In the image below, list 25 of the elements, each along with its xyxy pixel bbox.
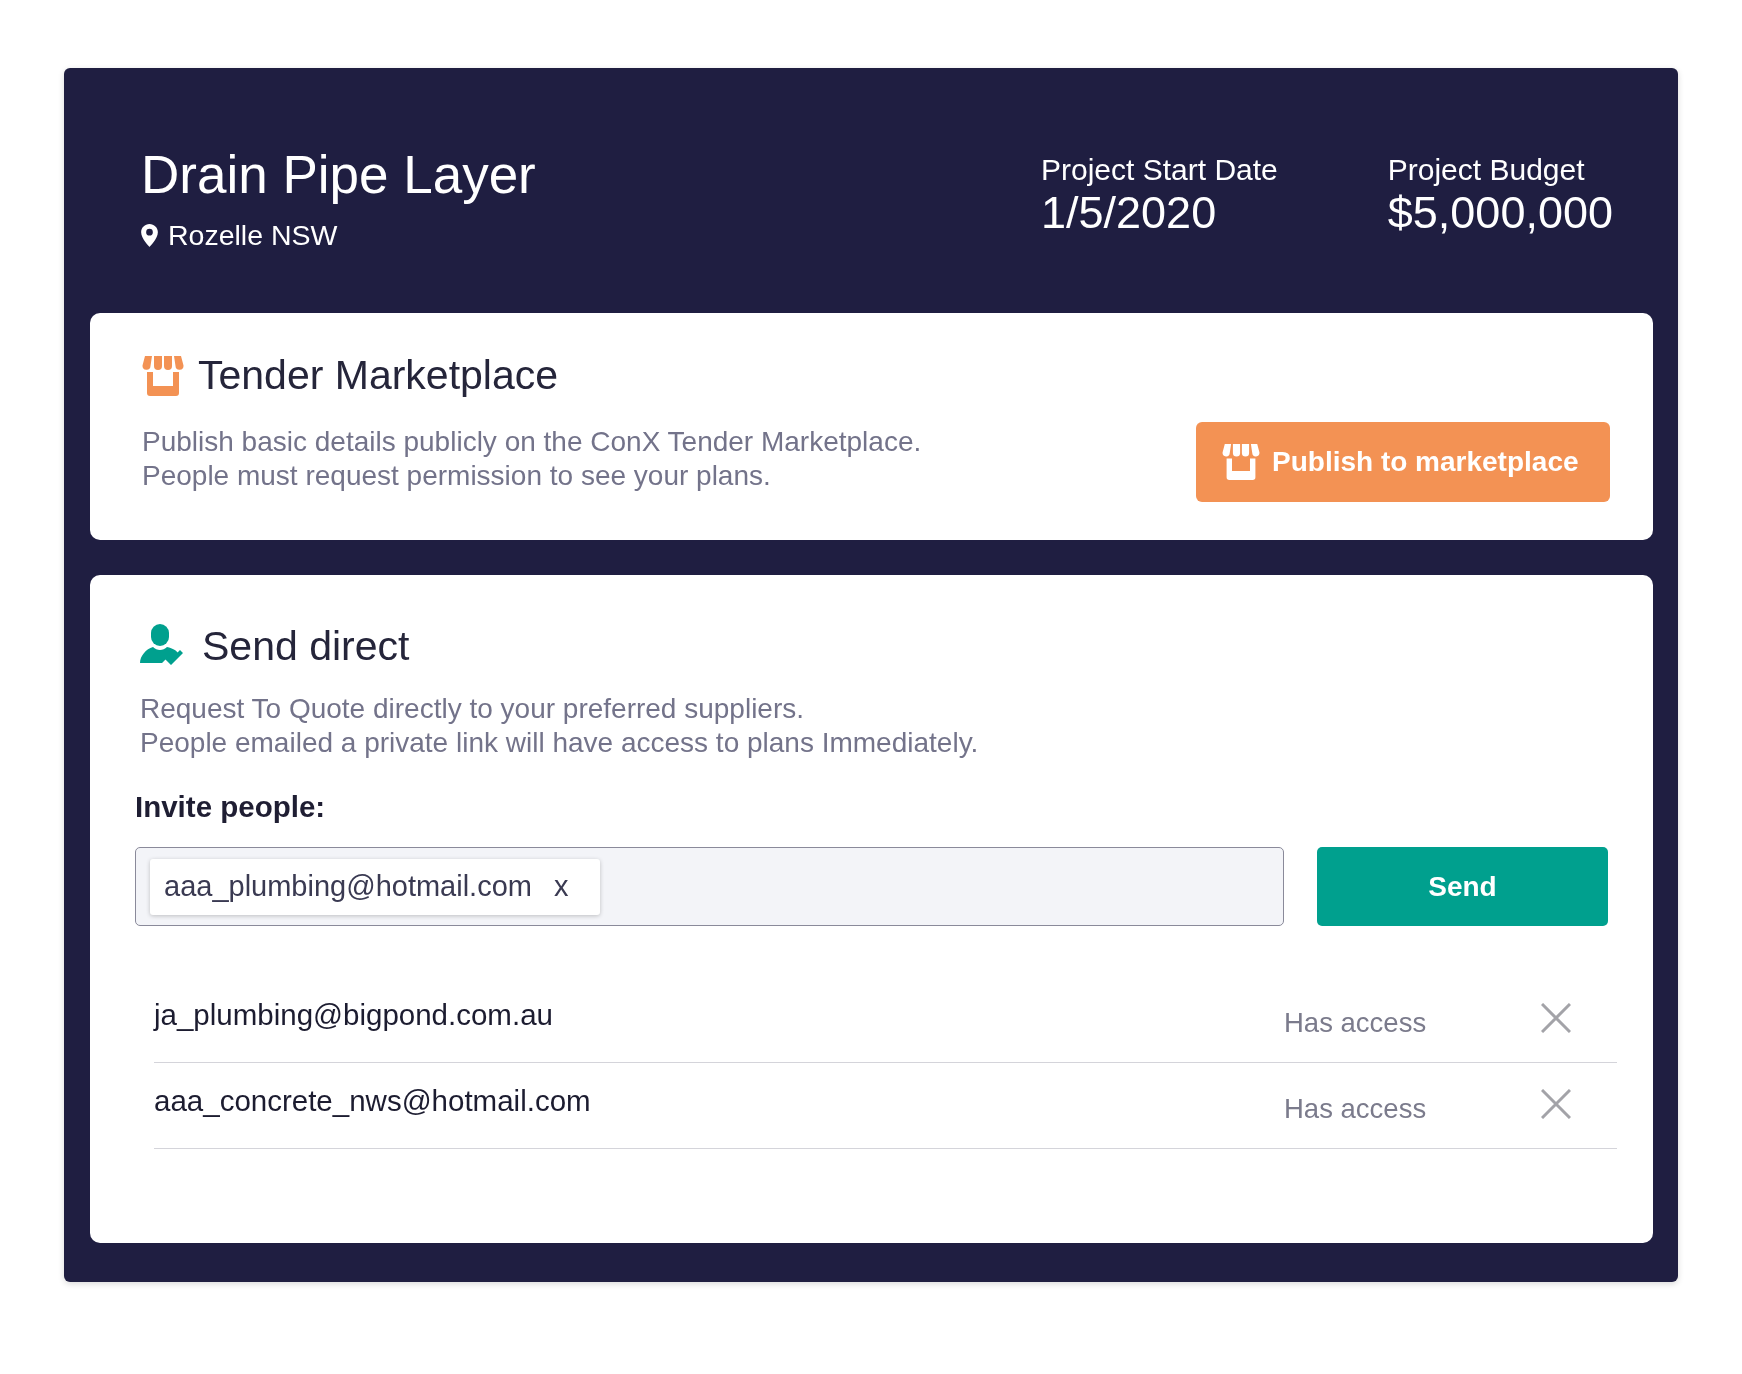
- access-status: Has access: [1284, 1093, 1428, 1126]
- section-title: Tender Marketplace: [198, 351, 559, 400]
- stat-label: Project Start Date: [1041, 152, 1278, 188]
- location-pin-icon: [141, 223, 158, 247]
- project-title: Drain Pipe Layer: [141, 146, 536, 204]
- description-text: People must request permission to see your plans.: [142, 459, 772, 493]
- access-status: Has access: [1284, 1007, 1428, 1040]
- location-text: Rozelle NSW: [168, 218, 338, 252]
- chip-email: aaa_plumbing@hotmail.com: [164, 870, 532, 903]
- email-input-field[interactable]: aaa_plumbing@hotmail.com x: [135, 847, 1284, 926]
- remove-icon[interactable]: [1541, 1003, 1571, 1033]
- store-icon: [142, 355, 184, 396]
- invite-label: Invite people:: [135, 789, 327, 825]
- recipient-email: ja_plumbing@bigpond.com.au: [154, 998, 554, 1033]
- description-text: Publish basic details publicly on the ConX Tender Marketplace.: [142, 425, 922, 459]
- recipient-email: aaa_concrete_nws@hotmail.com: [154, 1084, 592, 1119]
- chip-remove-button[interactable]: x: [551, 872, 571, 901]
- remove-icon[interactable]: [1541, 1089, 1571, 1119]
- stat-value: 1/5/2020: [1041, 188, 1218, 238]
- stat-value: $5,000,000: [1387, 188, 1613, 238]
- stat-label: Project Budget: [1387, 152, 1586, 188]
- store-icon: [1222, 444, 1260, 480]
- description-text: People emailed a private link will have access to plans Immediately.: [140, 726, 980, 760]
- description-text: Request To Quote directly to your preferred suppliers.: [140, 692, 806, 726]
- section-title: Send direct: [202, 622, 410, 671]
